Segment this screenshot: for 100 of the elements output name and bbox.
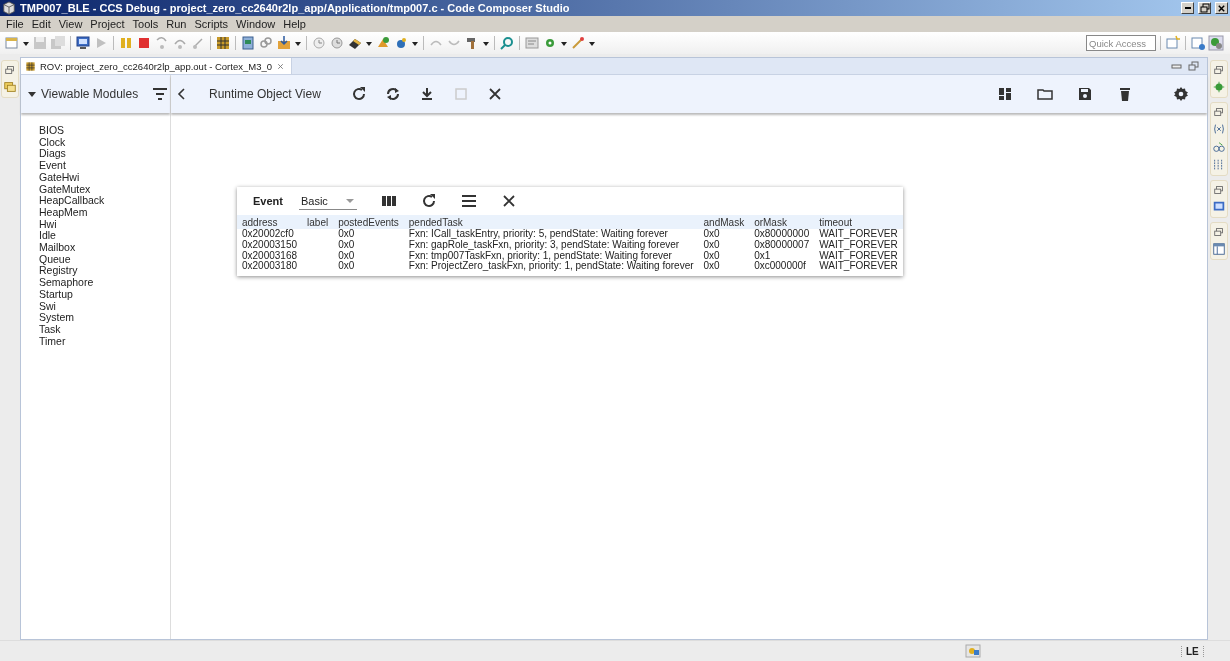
back-chevron-icon[interactable] (175, 87, 187, 101)
restore-icon[interactable] (1213, 226, 1225, 238)
column-header[interactable]: pendedTask (403, 215, 699, 229)
table-cell: 0x0 (333, 229, 404, 240)
menu-icon (460, 193, 477, 209)
table-cell-text: 0x20003180 (241, 261, 299, 273)
restore-icon[interactable] (1213, 64, 1225, 76)
restore-icon[interactable] (1213, 184, 1225, 196)
module-item[interactable]: Task (39, 323, 170, 336)
menu-item[interactable]: Project (86, 18, 129, 30)
menu-button[interactable] (460, 193, 477, 209)
restore-icon[interactable] (4, 64, 16, 76)
link-icon[interactable] (258, 35, 274, 51)
caret-icon[interactable] (27, 89, 37, 99)
module-item[interactable]: Swi (39, 300, 170, 313)
module-item[interactable]: BIOS (39, 125, 170, 137)
module-item[interactable]: Clock (39, 136, 170, 149)
restore-icon[interactable] (1213, 106, 1225, 118)
refresh-button[interactable] (420, 193, 437, 209)
module-item[interactable]: Startup (39, 288, 170, 301)
table-cell: 0x80000000 (749, 229, 815, 240)
column-header[interactable]: timeout (814, 215, 903, 229)
module-item[interactable]: HeapCallback (39, 195, 170, 207)
module-item[interactable]: Event (39, 160, 170, 172)
columns-button[interactable] (380, 193, 397, 209)
table-cell-text: 0x0 (702, 239, 721, 251)
module-item[interactable]: Diags (39, 148, 170, 161)
minimize-button[interactable] (1181, 2, 1194, 14)
minimize-icon (1184, 7, 1191, 9)
restore-button[interactable] (1198, 2, 1211, 14)
column-header[interactable]: orMask (749, 215, 815, 229)
byte-order-indicator: LE (1181, 645, 1204, 657)
table-cell-text: Fxn: tmp007TaskFxn, priority: 1, pendState: Waiting forever (407, 250, 672, 262)
quick-access-field[interactable]: Quick Access (1086, 35, 1156, 51)
column-header[interactable]: label (302, 215, 334, 229)
edit-perspective-icon[interactable] (1190, 35, 1206, 51)
grid-icon[interactable] (215, 35, 231, 51)
table-cell-text: 0x0 (702, 250, 721, 261)
sync-icon[interactable] (384, 86, 401, 102)
close-icon[interactable] (486, 86, 503, 102)
search-icon[interactable] (499, 35, 515, 51)
refresh-icon[interactable] (350, 86, 367, 102)
stop-icon[interactable] (136, 35, 152, 51)
panel-heading: Viewable Modules (41, 87, 139, 101)
wand-icon[interactable] (570, 35, 586, 51)
close-icon (1217, 3, 1226, 13)
menu-item[interactable]: Tools (128, 18, 163, 30)
module-item[interactable]: Hwi (39, 218, 170, 231)
breakpoints-icon[interactable] (1212, 140, 1226, 154)
module-item[interactable]: Mailbox (39, 242, 170, 254)
module-item[interactable]: Queue (39, 253, 170, 266)
menu-item[interactable]: Scripts (190, 18, 233, 30)
menu-item[interactable]: Window (232, 18, 280, 30)
menu-item[interactable]: Run (162, 18, 191, 30)
table-cell: 0x0 (698, 229, 750, 240)
close-button[interactable] (500, 193, 517, 209)
module-item[interactable]: GateMutex (39, 183, 170, 196)
menu-item[interactable]: File (2, 18, 28, 30)
module-item[interactable]: Registry (39, 265, 170, 278)
settings-icon[interactable] (1173, 86, 1189, 102)
restore-icon (1199, 3, 1210, 13)
column-header[interactable]: andMask (698, 215, 750, 229)
trash-icon[interactable] (1117, 86, 1133, 102)
view-select[interactable]: Basic (298, 192, 357, 210)
folders-icon[interactable] (3, 80, 17, 94)
column-header[interactable]: address (237, 215, 303, 229)
close-button[interactable] (1215, 2, 1228, 14)
monitor-icon[interactable] (1212, 200, 1226, 214)
table-cell-text: Fxn: ProjectZero_taskFxn, priority: 1, pendState: Waiting forever (407, 261, 695, 273)
variables-icon[interactable] (1212, 122, 1226, 136)
view-title: Runtime Object View (209, 87, 321, 101)
table-cell-text: 0x0 (337, 239, 356, 251)
window-icon[interactable] (1212, 242, 1226, 256)
menu-item[interactable]: Help (279, 18, 310, 30)
folder-icon[interactable] (1037, 86, 1053, 102)
table-cell: 0x1 (749, 250, 815, 262)
module-item[interactable]: HeapMem (39, 206, 170, 219)
table-cell-text: 0x0 (337, 261, 356, 273)
module-item[interactable]: Semaphore (39, 277, 170, 289)
menu-item[interactable]: Edit (27, 18, 55, 30)
download-chip-icon[interactable] (276, 35, 292, 51)
editor-tab[interactable]: ROV: project_zero_cc2640r2lp_app.out - Cortex_M3_0 (21, 58, 292, 74)
restore-icon[interactable] (1188, 61, 1199, 71)
module-item[interactable]: System (39, 312, 170, 324)
dashboard-icon[interactable] (997, 86, 1013, 102)
columns-icon (380, 193, 397, 209)
board-icon[interactable] (240, 35, 256, 51)
table-cell-text: 0x0 (702, 261, 721, 273)
menu-item[interactable]: View (54, 18, 87, 30)
grid-icon[interactable] (25, 60, 36, 72)
filter-icon[interactable] (152, 86, 169, 102)
monitor-icon[interactable] (75, 35, 91, 51)
save-icon[interactable] (1077, 86, 1093, 102)
module-item[interactable]: Timer (39, 335, 170, 348)
module-item[interactable]: GateHwi (39, 171, 170, 184)
debug-perspective-icon[interactable] (1208, 35, 1224, 51)
minimize-icon[interactable] (1171, 61, 1182, 71)
module-item[interactable]: Idle (39, 230, 170, 243)
column-header[interactable]: postedEvents (333, 215, 404, 229)
app-cube-icon (2, 1, 16, 15)
